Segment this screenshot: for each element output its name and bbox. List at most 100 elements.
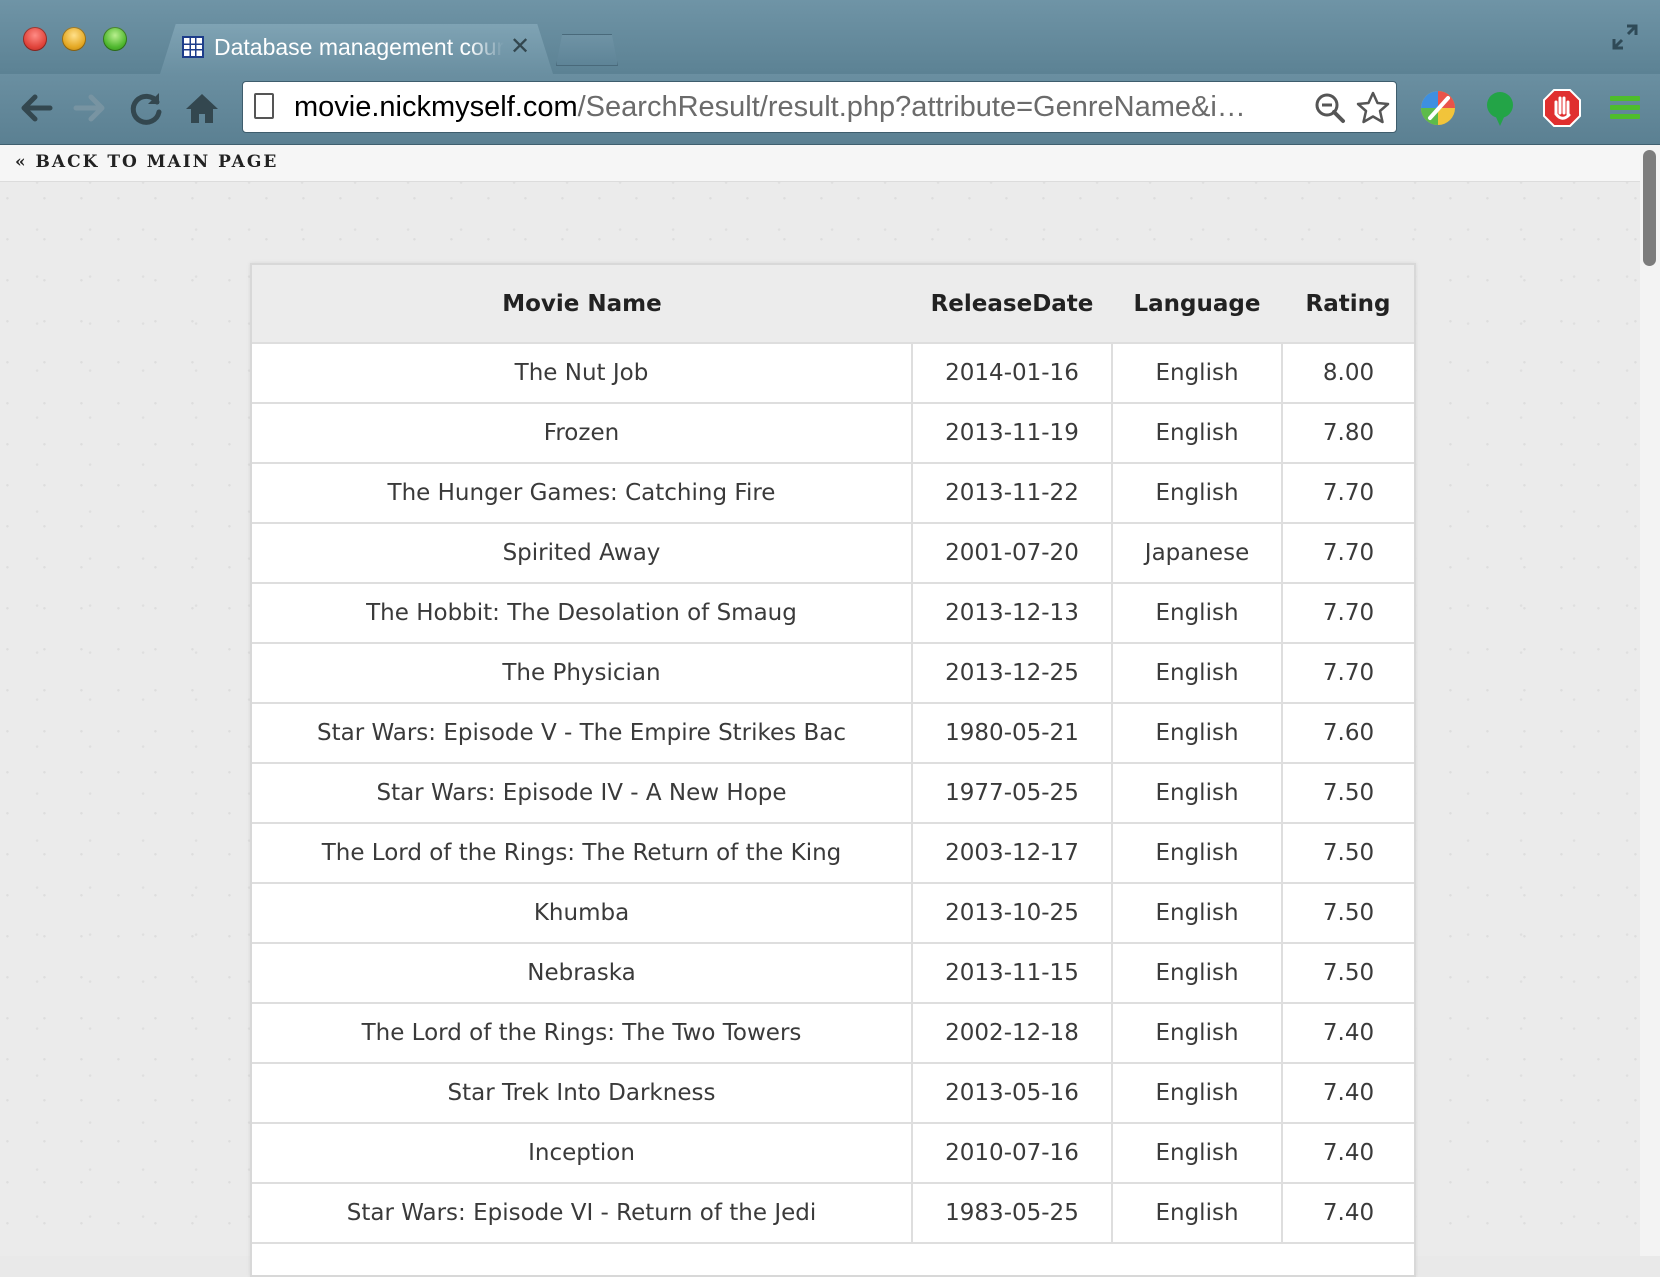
language-cell: English <box>1112 883 1283 944</box>
movie-name-cell: The Hunger Games: Catching Fire <box>252 463 913 524</box>
release-date-cell: 2002-12-18 <box>912 1003 1113 1064</box>
movie-name-cell: Star Trek Into Darkness <box>252 1063 913 1124</box>
language-cell: English <box>1112 763 1283 824</box>
table-row: Star Wars: Episode V - The Empire Strike… <box>252 703 1414 764</box>
rating-cell: 7.80 <box>1282 403 1414 464</box>
scrollbar-track[interactable] <box>1640 145 1660 1256</box>
table-row: The Hunger Games: Catching Fire 2013-11-2… <box>252 463 1414 524</box>
release-date-cell: 2013-11-15 <box>912 943 1113 1004</box>
rating-cell: 7.70 <box>1282 583 1414 644</box>
tab-close-icon[interactable]: ✕ <box>510 34 530 60</box>
movie-name-cell: Nebraska <box>252 943 913 1004</box>
tab-title: Database management course <box>214 34 504 60</box>
release-date-cell: 2001-07-20 <box>912 523 1113 584</box>
table-header-row: Movie Name ReleaseDate Language Rating <box>252 265 1414 344</box>
table-row: Inception 2010-07-16 English 7.40 <box>252 1123 1414 1184</box>
language-cell: English <box>1112 463 1283 524</box>
release-date-cell: 1983-05-25 <box>912 1183 1113 1244</box>
release-date-cell: 2010-07-16 <box>912 1123 1113 1184</box>
url-path: /SearchResult/result.php?attribute=Genre… <box>577 91 1246 123</box>
column-header-rating: Rating <box>1282 265 1414 344</box>
language-cell: English <box>1112 823 1283 884</box>
release-date-cell: 2013-12-13 <box>912 583 1113 644</box>
results-table: Movie Name ReleaseDate Language Rating T… <box>252 265 1414 1244</box>
window-close-button[interactable] <box>23 27 47 51</box>
window-zoom-button[interactable] <box>103 27 127 51</box>
forward-arrow-icon[interactable] <box>70 88 110 128</box>
rating-cell: 7.50 <box>1282 943 1414 1004</box>
table-row: Frozen 2013-11-19 English 7.80 <box>252 403 1414 464</box>
movie-name-cell: Khumba <box>252 883 913 944</box>
language-cell: English <box>1112 703 1283 764</box>
language-cell: English <box>1112 1183 1283 1244</box>
table-row: The Nut Job 2014-01-16 English 8.00 <box>252 343 1414 404</box>
url-text[interactable]: movie.nickmyself.com/SearchResult/result… <box>294 88 1304 126</box>
reload-icon[interactable] <box>126 88 166 128</box>
release-date-cell: 2013-05-16 <box>912 1063 1113 1124</box>
rating-cell: 7.40 <box>1282 1003 1414 1064</box>
rating-cell: 7.70 <box>1282 523 1414 584</box>
home-icon[interactable] <box>182 88 222 128</box>
language-cell: English <box>1112 943 1283 1004</box>
column-header-release-date: ReleaseDate <box>912 265 1112 344</box>
page-icon <box>254 93 274 119</box>
table-body: The Nut Job 2014-01-16 English 8.00 Frozen 20… <box>252 343 1414 1244</box>
scrollbar-thumb[interactable] <box>1643 150 1656 266</box>
new-tab-button[interactable] <box>556 34 618 66</box>
column-header-movie-name: Movie Name <box>252 265 912 344</box>
table-row: Star Wars: Episode VI - Return of the Je… <box>252 1183 1414 1244</box>
language-cell: English <box>1112 403 1283 464</box>
rating-cell: 7.40 <box>1282 1123 1414 1184</box>
movie-name-cell: Star Wars: Episode VI - Return of the Je… <box>252 1183 913 1244</box>
color-picker-extension-icon[interactable] <box>1418 88 1458 128</box>
release-date-cell: 2013-11-19 <box>912 403 1113 464</box>
back-to-main-link[interactable]: « BACK TO MAIN PAGE <box>15 152 278 172</box>
table-row: The Hobbit: The Desolation of Smaug 2013-… <box>252 583 1414 644</box>
movie-name-cell: The Lord of the Rings: The Two Towers <box>252 1003 913 1064</box>
table-row: Spirited Away 2001-07-20 Japanese 7.70 <box>252 523 1414 584</box>
language-cell: English <box>1112 343 1283 404</box>
language-cell: English <box>1112 1003 1283 1064</box>
language-cell: English <box>1112 643 1283 704</box>
rating-cell: 8.00 <box>1282 343 1414 404</box>
table-row: Star Trek Into Darkness 2013-05-16 English… <box>252 1063 1414 1124</box>
movie-name-cell: Inception <box>252 1123 913 1184</box>
rating-cell: 7.40 <box>1282 1183 1414 1244</box>
table-row: The Lord of the Rings: The Two Towers 200… <box>252 1003 1414 1064</box>
window-minimize-button[interactable] <box>62 27 86 51</box>
release-date-cell: 2014-01-16 <box>912 343 1113 404</box>
results-table-card: Movie Name ReleaseDate Language Rating T… <box>250 263 1416 1277</box>
back-arrow-icon[interactable] <box>16 88 56 128</box>
movie-name-cell: The Nut Job <box>252 343 913 404</box>
table-grid-icon <box>182 36 204 58</box>
speech-bubble-extension-icon[interactable] <box>1480 88 1520 128</box>
rating-cell: 7.50 <box>1282 823 1414 884</box>
movie-name-cell: Frozen <box>252 403 913 464</box>
table-row: Khumba 2013-10-25 English 7.50 <box>252 883 1414 944</box>
table-row: The Lord of the Rings: The Return of the… <box>252 823 1414 884</box>
bookmark-star-icon[interactable] <box>1355 90 1391 126</box>
language-cell: English <box>1112 1063 1283 1124</box>
zoom-icon[interactable] <box>1312 90 1348 126</box>
language-cell: English <box>1112 583 1283 644</box>
table-row: Nebraska 2013-11-15 English 7.50 <box>252 943 1414 1004</box>
table-row: The Physician 2013-12-25 English 7.70 <box>252 643 1414 704</box>
rating-cell: 7.70 <box>1282 463 1414 524</box>
release-date-cell: 2013-10-25 <box>912 883 1113 944</box>
movie-name-cell: The Physician <box>252 643 913 704</box>
movie-name-cell: Spirited Away <box>252 523 913 584</box>
column-header-language: Language <box>1112 265 1282 344</box>
language-cell: English <box>1112 1123 1283 1184</box>
fullscreen-icon[interactable] <box>1610 22 1640 52</box>
movie-name-cell: The Hobbit: The Desolation of Smaug <box>252 583 913 644</box>
adblock-hand-icon[interactable] <box>1542 88 1582 128</box>
release-date-cell: 1980-05-21 <box>912 703 1113 764</box>
rating-cell: 7.40 <box>1282 1063 1414 1124</box>
rating-cell: 7.60 <box>1282 703 1414 764</box>
table-row: Star Wars: Episode IV - A New Hope 1977-0… <box>252 763 1414 824</box>
menu-icon[interactable] <box>1605 88 1645 128</box>
rating-cell: 7.70 <box>1282 643 1414 704</box>
release-date-cell: 2003-12-17 <box>912 823 1113 884</box>
release-date-cell: 2013-11-22 <box>912 463 1113 524</box>
release-date-cell: 2013-12-25 <box>912 643 1113 704</box>
